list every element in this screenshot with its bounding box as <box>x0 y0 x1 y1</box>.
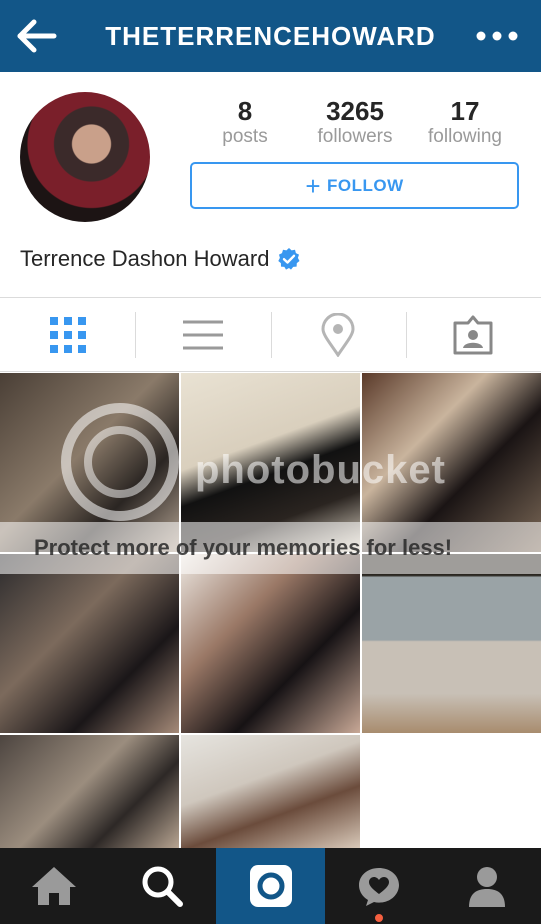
nav-home[interactable] <box>0 848 108 924</box>
notification-dot <box>374 914 383 922</box>
photo-thumbnail[interactable] <box>181 554 360 733</box>
top-bar: THETERRENCEHOWARD <box>0 0 541 72</box>
nav-activity[interactable] <box>325 848 433 924</box>
tab-location-view[interactable] <box>270 298 406 371</box>
photo-grid <box>0 373 541 848</box>
photo-thumbnail[interactable] <box>0 735 179 848</box>
stat-following[interactable]: 17 following <box>410 96 520 156</box>
tab-tagged-view[interactable] <box>405 298 541 371</box>
watermark-text: photobucket <box>195 448 446 492</box>
stat-followers-label: followers <box>317 126 393 147</box>
profile-full-name: Terrence Dashon Howard <box>20 246 301 272</box>
bottom-nav <box>0 848 541 924</box>
plus-icon: + <box>305 170 322 201</box>
stat-following-label: following <box>428 126 502 147</box>
stat-followers[interactable]: 3265 followers <box>300 96 410 156</box>
follow-button[interactable]: + FOLLOW <box>190 162 519 209</box>
location-pin-icon <box>321 312 355 357</box>
stat-posts[interactable]: 8 posts <box>190 96 300 156</box>
home-icon <box>32 867 77 905</box>
full-name-text: Terrence Dashon Howard <box>20 246 270 271</box>
stat-following-count: 17 <box>450 96 480 126</box>
more-dots-icon[interactable] <box>473 22 521 50</box>
profile-icon <box>468 867 505 907</box>
activity-heart-icon <box>358 868 399 906</box>
camera-icon <box>249 865 292 907</box>
profile-header: 8 posts 3265 followers 17 following + FO… <box>0 72 541 298</box>
avatar[interactable] <box>20 92 150 222</box>
list-icon <box>182 320 223 349</box>
tab-list-view[interactable] <box>135 298 270 371</box>
tagged-photos-icon <box>453 315 493 354</box>
nav-search[interactable] <box>108 848 216 924</box>
stat-posts-count: 8 <box>237 96 253 126</box>
page-title: THETERRENCEHOWARD <box>105 21 436 51</box>
photo-thumbnail[interactable] <box>0 554 179 733</box>
nav-profile[interactable] <box>433 848 541 924</box>
tab-grid-view[interactable] <box>0 298 135 371</box>
stat-followers-count: 3265 <box>326 96 384 126</box>
grid-icon <box>49 316 86 353</box>
stat-posts-label: posts <box>222 126 268 147</box>
verified-badge-icon <box>277 247 301 271</box>
search-icon <box>142 866 184 907</box>
photo-thumbnail[interactable] <box>362 554 541 733</box>
watermark-banner: Protect more of your memories for less! <box>0 522 541 574</box>
profile-stats: 8 posts 3265 followers 17 following <box>190 96 520 156</box>
nav-camera[interactable] <box>216 848 325 924</box>
follow-button-label: FOLLOW <box>327 175 404 195</box>
photo-thumbnail[interactable] <box>181 735 360 848</box>
view-mode-tabs <box>0 298 541 372</box>
